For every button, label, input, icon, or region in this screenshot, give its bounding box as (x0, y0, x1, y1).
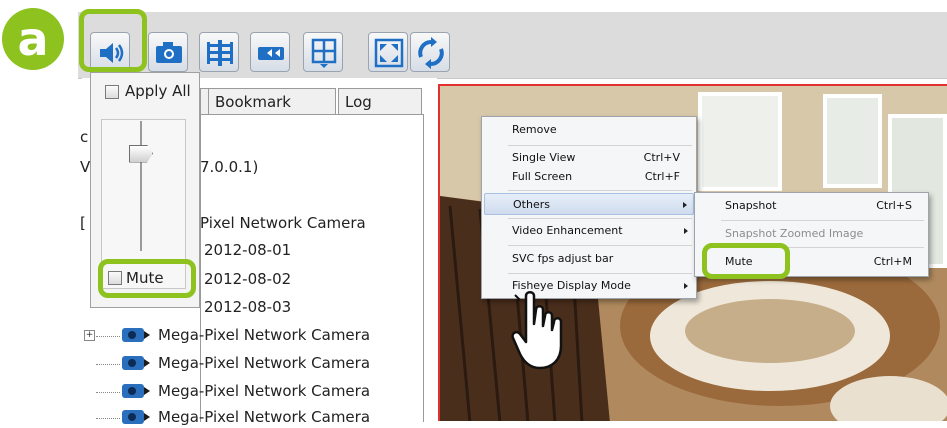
tree-partial-2: V (80, 158, 91, 176)
fullscreen-icon (374, 38, 404, 68)
menu-separator (508, 245, 692, 246)
snapshot-button[interactable] (148, 32, 188, 72)
step-badge-letter: a (17, 12, 49, 66)
settings-button[interactable] (199, 32, 239, 72)
camera-label: Mega-Pixel Network Camera (158, 382, 371, 400)
refresh-button[interactable] (410, 32, 450, 72)
volume-slider-track[interactable] (140, 121, 142, 251)
tree-partial-4: [ (80, 214, 86, 232)
step-badge: a (2, 8, 64, 70)
tree-partial-1: c (80, 128, 89, 146)
tree-server-ip[interactable]: 7.0.0.1) (200, 158, 258, 176)
menu-separator (508, 218, 692, 219)
submenu-arrow-icon (684, 283, 688, 289)
menu-separator (721, 220, 924, 221)
submenu-arrow-icon (683, 202, 687, 208)
menu-item-full-screen[interactable]: Full Screen Ctrl+F (484, 166, 694, 188)
tree-date-2[interactable]: 2012-08-02 (204, 270, 291, 288)
swap-button[interactable] (250, 32, 290, 72)
menu-separator (508, 273, 692, 274)
camera-icon (122, 328, 150, 342)
camera-label: Mega-Pixel Network Camera (158, 408, 371, 426)
menu-item-snapshot[interactable]: Snapshot Ctrl+S (697, 195, 926, 217)
layout-icon (311, 38, 337, 68)
tab-bookmark-search[interactable]: Bookmark Search (208, 88, 336, 137)
menu-separator (508, 145, 692, 146)
apply-all-label: Apply All (125, 82, 191, 100)
menu-item-remove[interactable]: Remove (484, 119, 694, 141)
menu-item-snapshot-zoomed: Snapshot Zoomed Image (725, 227, 864, 240)
camera-icon (122, 356, 150, 370)
camera-icon (156, 42, 182, 63)
tree-date-1[interactable]: 2012-08-01 (204, 241, 291, 259)
tab-log-viewer[interactable]: Log Viewer (338, 88, 422, 137)
toolbar (78, 12, 947, 79)
camera-label: Mega-Pixel Network Camera (158, 354, 371, 372)
refresh-icon (418, 37, 444, 69)
menu-separator (508, 190, 692, 191)
camera-label: Mega-Pixel Network Camera (158, 326, 371, 344)
mute-menu-highlight (702, 243, 790, 279)
submenu-arrow-icon (684, 228, 688, 234)
menu-item-others[interactable]: Others (484, 193, 694, 215)
mute-checkbox-highlight (98, 259, 196, 298)
swap-icon (258, 47, 284, 60)
tree-camera-partial[interactable]: Pixel Network Camera (200, 214, 366, 232)
menu-item-svc-fps[interactable]: SVC fps adjust bar (484, 248, 694, 270)
settings-icon (207, 40, 233, 66)
volume-button-highlight (79, 9, 147, 72)
context-menu: Remove Single View Ctrl+V Full Screen Ctrl… (481, 116, 697, 299)
fullscreen-button[interactable] (368, 32, 408, 72)
layout-button[interactable] (303, 32, 343, 72)
camera-icon (122, 384, 150, 398)
hand-cursor-icon (511, 291, 563, 370)
tree-date-3[interactable]: 2012-08-03 (204, 298, 291, 316)
expand-icon[interactable]: + (84, 330, 95, 341)
menu-item-video-enhancement[interactable]: Video Enhancement (484, 220, 694, 242)
apply-all-checkbox[interactable] (105, 85, 119, 99)
camera-icon (122, 410, 150, 424)
